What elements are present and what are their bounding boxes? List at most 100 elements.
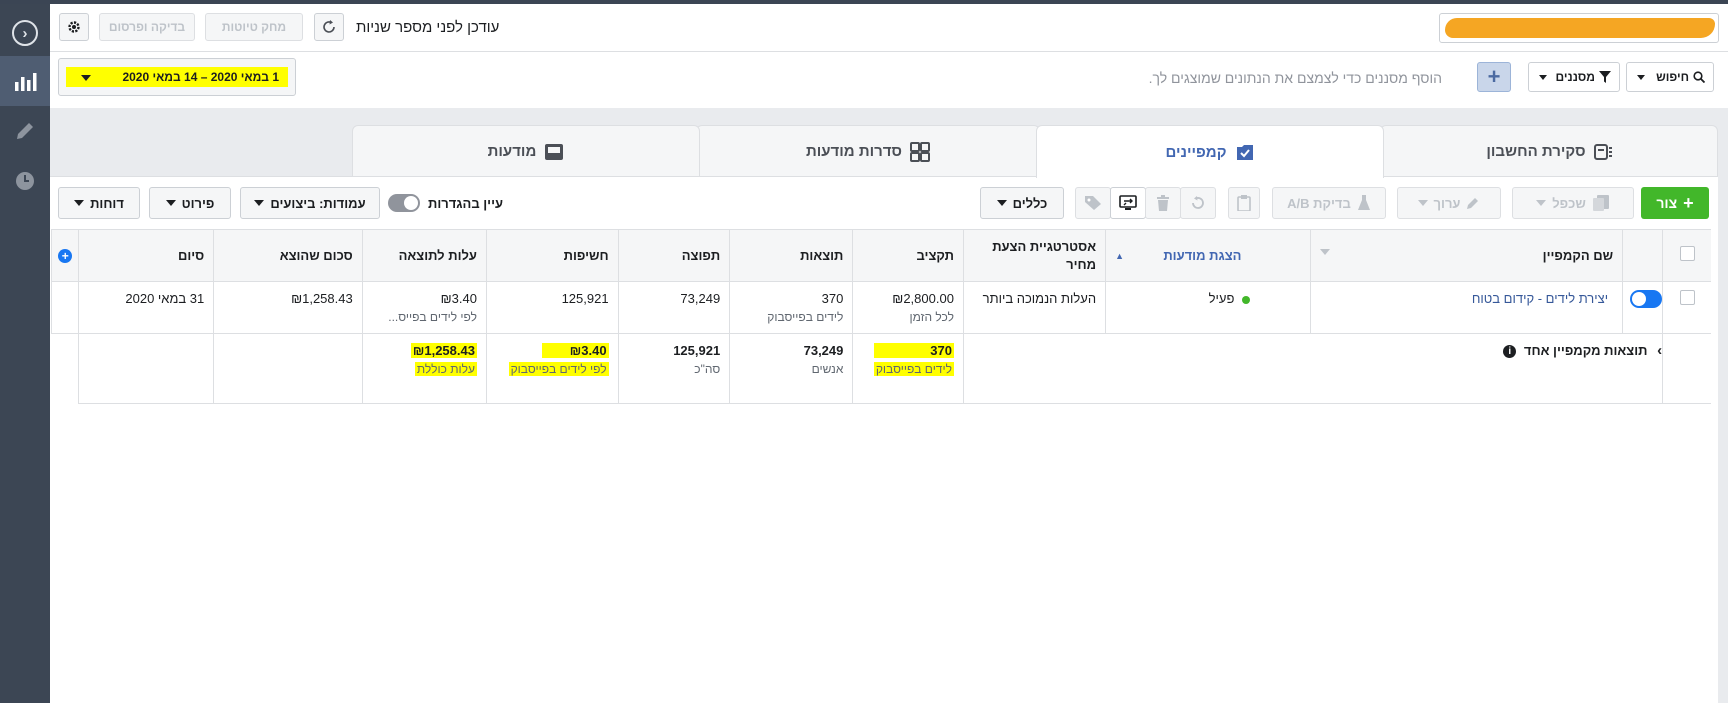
filters-button[interactable]: מסננים bbox=[1528, 62, 1620, 92]
empty-cell bbox=[78, 333, 214, 404]
bar-chart-icon bbox=[15, 73, 37, 91]
campaign-name-cell[interactable]: יצירת לידים - קידום בטוח bbox=[1310, 281, 1623, 334]
sort-asc-icon[interactable]: ▲ bbox=[1115, 247, 1124, 265]
duplicate-button[interactable]: שכפל bbox=[1512, 187, 1634, 219]
view-setup-toggle[interactable]: עיין בהגדרות bbox=[388, 194, 503, 212]
left-rail: › bbox=[0, 4, 50, 703]
chevron-down-icon[interactable] bbox=[1320, 248, 1331, 255]
reach-cell: 73,249 bbox=[617, 281, 730, 334]
settings-button[interactable] bbox=[59, 13, 89, 41]
search-button[interactable]: חיפוש bbox=[1626, 62, 1714, 92]
totals-label-cell[interactable]: › תוצאות מקמפיין אחד i bbox=[962, 333, 1663, 404]
add-column-cell[interactable]: + bbox=[50, 229, 79, 282]
header-bid-strategy[interactable]: אסטרטגיית הצעת מחיר bbox=[962, 229, 1106, 282]
chevron-down-icon bbox=[1637, 75, 1645, 80]
gear-icon bbox=[68, 21, 80, 33]
add-column-icon[interactable]: + bbox=[58, 248, 73, 263]
table-row[interactable]: יצירת לידים - קידום בטוח פעיל העלות הנמו… bbox=[50, 281, 1711, 334]
header-toggle-cell bbox=[1622, 229, 1663, 282]
compare-button[interactable] bbox=[1110, 187, 1146, 219]
revert-button[interactable] bbox=[1180, 187, 1216, 219]
edit-label: ערוך bbox=[1433, 195, 1461, 211]
toggle-switch[interactable] bbox=[388, 194, 420, 212]
totals-amount-spent-cell: ₪1,258.43 עלות כוללת bbox=[361, 333, 487, 404]
pencil-icon bbox=[1467, 198, 1479, 209]
history-nav-button[interactable] bbox=[0, 156, 50, 206]
pencil-icon bbox=[17, 123, 33, 139]
header-impressions[interactable]: חשיפות bbox=[485, 229, 619, 282]
funnel-icon bbox=[1599, 71, 1611, 83]
add-filter-button[interactable]: + bbox=[1477, 62, 1511, 92]
tab-campaigns[interactable]: קמפיינים bbox=[1036, 125, 1384, 178]
search-label: חיפוש bbox=[1656, 70, 1689, 84]
ads-manager-nav-button[interactable] bbox=[0, 56, 50, 106]
tab-ad-sets[interactable]: סדרות מודעות bbox=[696, 125, 1040, 177]
chevron-right-icon[interactable]: › bbox=[1657, 342, 1662, 359]
filter-bar: 1 במאי 2020 – 14 במאי 2020 הוסף מסננים כ… bbox=[50, 52, 1728, 108]
delivery-cell: פעיל bbox=[1105, 281, 1311, 334]
filter-hint: הוסף מסננים כדי לצמצם את הנתונים שמוצגים… bbox=[1148, 70, 1442, 86]
bid-strategy-cell: העלות הנמוכה ביותר bbox=[962, 281, 1106, 334]
search-icon bbox=[1693, 71, 1705, 83]
header-ends[interactable]: סיום bbox=[78, 229, 214, 282]
tag-button[interactable] bbox=[1075, 187, 1111, 219]
active-status-dot bbox=[1242, 295, 1251, 304]
row-toggle-cell[interactable] bbox=[1622, 281, 1663, 334]
chevron-right-icon: › bbox=[12, 20, 38, 46]
expand-nav-button[interactable]: › bbox=[0, 8, 50, 58]
header-amount-spent[interactable]: סכום שהוצא bbox=[213, 229, 363, 282]
header-budget[interactable]: תקציב bbox=[852, 229, 964, 282]
delete-button[interactable] bbox=[1145, 187, 1181, 219]
tab-account-overview[interactable]: סקירת החשבון bbox=[1380, 125, 1718, 177]
row-checkbox[interactable] bbox=[1679, 290, 1695, 305]
totals-results-sub: לידים בפייסבוק bbox=[873, 362, 954, 376]
duplicate-label: שכפל bbox=[1552, 195, 1586, 211]
header-label: שם הקמפיין bbox=[1542, 247, 1614, 263]
campaigns-icon bbox=[1236, 145, 1253, 160]
info-icon[interactable]: i bbox=[1503, 345, 1517, 359]
account-overview-icon bbox=[1593, 143, 1612, 160]
date-range-picker[interactable]: 1 במאי 2020 – 14 במאי 2020 bbox=[58, 58, 296, 96]
duplicate-icon bbox=[1592, 195, 1609, 211]
tab-label: מודעות bbox=[487, 143, 537, 160]
select-all-cell[interactable] bbox=[1662, 229, 1711, 282]
totals-results-value: 370 bbox=[874, 343, 954, 358]
discard-drafts-button[interactable]: מחק טיוטות bbox=[205, 13, 303, 41]
budget-cell[interactable]: ₪2,800.00 לכל הזמן bbox=[852, 281, 964, 334]
breakdown-label: פירוט bbox=[181, 195, 215, 211]
header-campaign-name[interactable]: שם הקמפיין bbox=[1310, 229, 1623, 282]
chevron-down-icon bbox=[74, 200, 85, 206]
create-button[interactable]: + צור bbox=[1641, 187, 1709, 219]
view-setup-label: עיין בהגדרות bbox=[428, 195, 504, 211]
tab-ads[interactable]: מודעות bbox=[352, 125, 700, 177]
last-updated-text: עודכן לפני מספר שניות bbox=[356, 19, 500, 36]
select-all-checkbox[interactable] bbox=[1679, 245, 1695, 261]
reports-button[interactable]: דוחות bbox=[58, 187, 140, 219]
create-nav-button[interactable] bbox=[0, 106, 50, 156]
breakdown-button[interactable]: פירוט bbox=[149, 187, 231, 219]
cost-per-result-cell: ₪3.40 לפי לידים בפייס... bbox=[361, 281, 487, 334]
header-reach[interactable]: תפוצה bbox=[617, 229, 730, 282]
table-header-row: שם הקמפיין הצגת מודעות ▲ אסטרטגיית הצעת … bbox=[50, 229, 1711, 282]
clipboard-button[interactable] bbox=[1228, 187, 1260, 219]
header-results[interactable]: תוצאות bbox=[729, 229, 853, 282]
chevron-down-icon bbox=[254, 200, 265, 206]
tab-label: סקירת החשבון bbox=[1486, 143, 1586, 160]
header-cost-per-result[interactable]: עלות לתוצאה bbox=[361, 229, 487, 282]
columns-button[interactable]: עמודות: ביצועים bbox=[240, 187, 380, 219]
rules-button[interactable]: כללים bbox=[980, 187, 1064, 219]
refresh-button[interactable] bbox=[314, 13, 344, 41]
cost-per-result-value: ₪3.40 bbox=[440, 291, 477, 306]
header-delivery[interactable]: הצגת מודעות ▲ bbox=[1105, 229, 1311, 282]
ab-test-button[interactable]: בדיקת A/B bbox=[1272, 187, 1386, 219]
campaign-on-off-toggle[interactable] bbox=[1630, 290, 1663, 308]
trash-icon bbox=[1157, 195, 1169, 211]
edit-button[interactable]: ערוך bbox=[1397, 187, 1501, 219]
account-selector[interactable] bbox=[1439, 13, 1719, 43]
chevron-down-icon bbox=[1417, 200, 1428, 206]
campaign-name-link[interactable]: יצירת לידים - קידום בטוח bbox=[1472, 291, 1608, 306]
review-publish-button[interactable]: בדיקה ופרסום bbox=[99, 13, 195, 41]
cost-per-result-sub: לפי לידים בפייס... bbox=[388, 310, 477, 324]
top-header: בדיקה ופרסום מחק טיוטות עודכן לפני מספר … bbox=[50, 4, 1728, 52]
row-select-cell[interactable] bbox=[1662, 281, 1711, 334]
